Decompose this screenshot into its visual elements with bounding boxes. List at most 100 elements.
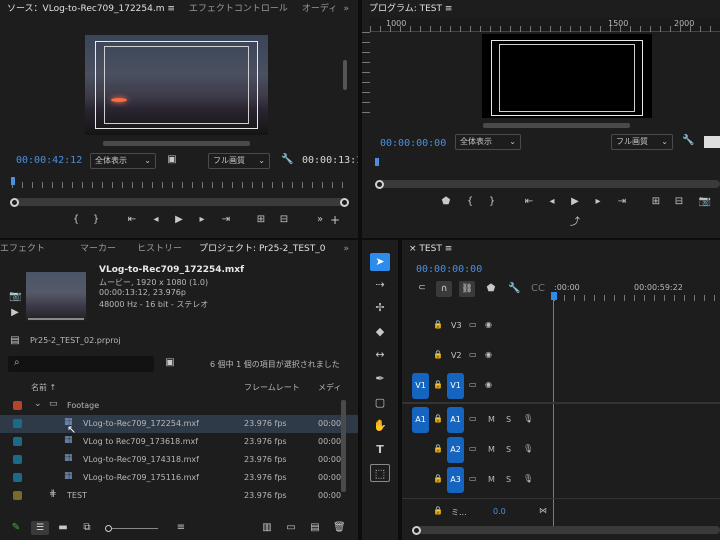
panel-menu-icon[interactable]: ≡	[445, 244, 453, 254]
new-item-icon[interactable]: ▤	[309, 522, 321, 533]
microphone-icon[interactable]: 🎙	[523, 414, 533, 423]
rectangle-tool-icon[interactable]: ▢	[370, 394, 390, 412]
generative-tool-icon[interactable]: ⬚	[370, 464, 390, 482]
sync-lock-icon[interactable]: ▭	[469, 474, 477, 483]
sync-lock-icon[interactable]: ▭	[469, 350, 477, 359]
new-bin-icon[interactable]: ▭	[285, 522, 297, 533]
list-item[interactable]: ▦ VLog-to-Rec709_175116.mxf 23.976 fps 0…	[0, 469, 358, 487]
find-icon[interactable]: ▣	[164, 357, 176, 368]
type-tool-icon[interactable]: T	[370, 441, 390, 459]
add-marker-icon[interactable]: ⬟	[440, 196, 452, 207]
folder-row[interactable]: ⌄ ▭ Footage	[0, 397, 358, 415]
thumbnail-scrub[interactable]	[28, 318, 84, 320]
add-button-icon[interactable]: +	[328, 213, 342, 227]
lock-icon[interactable]: 🔒	[433, 506, 443, 515]
program-zoom-scrollbar[interactable]	[378, 180, 720, 188]
wrench-icon[interactable]: 🔧	[682, 135, 694, 146]
step-forward-icon[interactable]: ▸	[195, 214, 209, 225]
track-select-tool-icon[interactable]: ⇢	[370, 276, 390, 294]
track-label[interactable]: V2	[451, 351, 462, 360]
list-item[interactable]: ⋕ TEST 23.976 fps 00:00	[0, 487, 358, 505]
timeline-playhead-head[interactable]	[551, 292, 557, 300]
timeline-timecode[interactable]: 00:00:00:00	[416, 264, 482, 275]
tab-effects[interactable]: エフェクト	[0, 240, 52, 258]
icon-view-icon[interactable]: ▬	[57, 522, 69, 533]
timeline-scroll-handle[interactable]	[412, 526, 421, 535]
microphone-icon[interactable]: 🎙	[523, 474, 533, 483]
poster-frame-icon[interactable]: 📷	[9, 291, 21, 302]
video-audio-divider[interactable]	[402, 402, 720, 404]
comparison-view-icon[interactable]: ⤴	[568, 213, 582, 228]
play-icon[interactable]: ▶	[172, 214, 186, 225]
source-patch-a1[interactable]: A1	[412, 407, 429, 433]
more-tabs-icon[interactable]: »	[336, 0, 356, 18]
track-label[interactable]: V3	[451, 321, 462, 330]
tab-source[interactable]: ソース：VLog-to-Rec709_172254.m ≡	[0, 0, 182, 18]
mark-in-icon[interactable]: {	[464, 196, 476, 207]
project-vscroll[interactable]	[341, 400, 346, 492]
label-swatch[interactable]	[13, 455, 22, 464]
tab-project[interactable]: プロジェクト: Pr25-2_TEST_0	[189, 240, 332, 258]
panel-menu-icon[interactable]: ≡	[445, 4, 453, 14]
mark-out-icon[interactable]: }	[90, 214, 102, 225]
list-item[interactable]: ▦ VLog to Rec709_173618.mxf 23.976 fps 0…	[0, 433, 358, 451]
play-thumbnail-icon[interactable]: ▶	[9, 307, 21, 318]
sync-lock-icon[interactable]: ▭	[469, 444, 477, 453]
solo-button[interactable]: S	[506, 415, 511, 424]
list-view-icon[interactable]: ☰	[31, 521, 49, 535]
lock-icon[interactable]: 🔒	[433, 380, 443, 389]
timeline-ruler-ticks[interactable]	[554, 295, 720, 301]
export-frame-icon[interactable]: 📷	[698, 196, 712, 207]
track-target-a2[interactable]: A2	[447, 437, 464, 463]
slip-tool-icon[interactable]: ↔	[370, 346, 390, 364]
sync-lock-icon[interactable]: ▭	[469, 380, 477, 389]
selection-tool-icon[interactable]: ➤	[370, 253, 390, 271]
tab-markers[interactable]: マーカー	[52, 240, 123, 258]
source-zoom-select[interactable]: 全体表示 ⌄	[90, 153, 156, 169]
program-timecode-left[interactable]: 00:00:00:00	[380, 138, 446, 149]
tab-effect-controls[interactable]: エフェクトコントロール	[182, 0, 295, 18]
eye-icon[interactable]: ◉	[485, 380, 492, 389]
freeform-view-icon[interactable]: ⧉	[80, 522, 94, 533]
play-icon[interactable]: ▶	[568, 196, 582, 207]
source-quality-select[interactable]: フル画質 ⌄	[208, 153, 270, 169]
tab-timeline-test[interactable]: × TEST ≡	[402, 240, 459, 258]
eye-icon[interactable]: ◉	[485, 320, 492, 329]
column-header-media[interactable]: メディ	[318, 382, 341, 393]
source-vscroll[interactable]	[343, 60, 347, 90]
track-target-a1[interactable]: A1	[447, 407, 464, 433]
lock-icon[interactable]: 🔒	[433, 474, 443, 483]
go-to-end-icon[interactable]: ⋈	[539, 506, 547, 515]
source-zoom-handle-right[interactable]	[340, 198, 349, 207]
lock-icon[interactable]: 🔒	[433, 414, 443, 423]
microphone-icon[interactable]: 🎙	[523, 444, 533, 453]
label-swatch[interactable]	[13, 473, 22, 482]
mix-track-label[interactable]: ミ...	[451, 507, 467, 518]
timeline-hscrollbar[interactable]	[415, 526, 720, 534]
mute-button[interactable]: M	[488, 475, 495, 484]
pencil-icon[interactable]: ✎	[10, 522, 22, 533]
search-field[interactable]: ⌕	[8, 356, 154, 372]
linked-selection-icon[interactable]: ⛓	[459, 281, 475, 297]
lift-icon[interactable]: ⊞	[648, 196, 664, 207]
go-to-in-icon[interactable]: ⇤	[521, 196, 537, 207]
automate-icon[interactable]: ▥	[261, 522, 273, 533]
pen-tool-icon[interactable]: ✒	[370, 370, 390, 388]
go-to-in-icon[interactable]: ⇤	[124, 214, 140, 225]
snap-toggle-icon[interactable]: ∩	[436, 281, 452, 297]
tab-history[interactable]: ヒストリー	[123, 240, 189, 258]
lock-icon[interactable]: 🔒	[433, 320, 443, 329]
zoom-slider-thumb[interactable]	[105, 525, 112, 532]
zoom-slider[interactable]	[105, 525, 158, 532]
mix-volume-value[interactable]: 0.0	[493, 507, 506, 516]
tab-program[interactable]: プログラム: TEST ≡	[362, 0, 459, 18]
mute-button[interactable]: M	[488, 445, 495, 454]
more-controls-icon[interactable]: »	[314, 214, 326, 225]
column-header-name[interactable]: 名前 ↑	[31, 382, 56, 393]
wrench-icon[interactable]: 🔧	[508, 283, 520, 294]
sync-lock-icon[interactable]: ▭	[469, 320, 477, 329]
step-back-icon[interactable]: ◂	[149, 214, 163, 225]
label-swatch[interactable]	[13, 401, 22, 410]
go-to-out-icon[interactable]: ⇥	[614, 196, 630, 207]
source-zoom-handle-left[interactable]	[10, 198, 19, 207]
